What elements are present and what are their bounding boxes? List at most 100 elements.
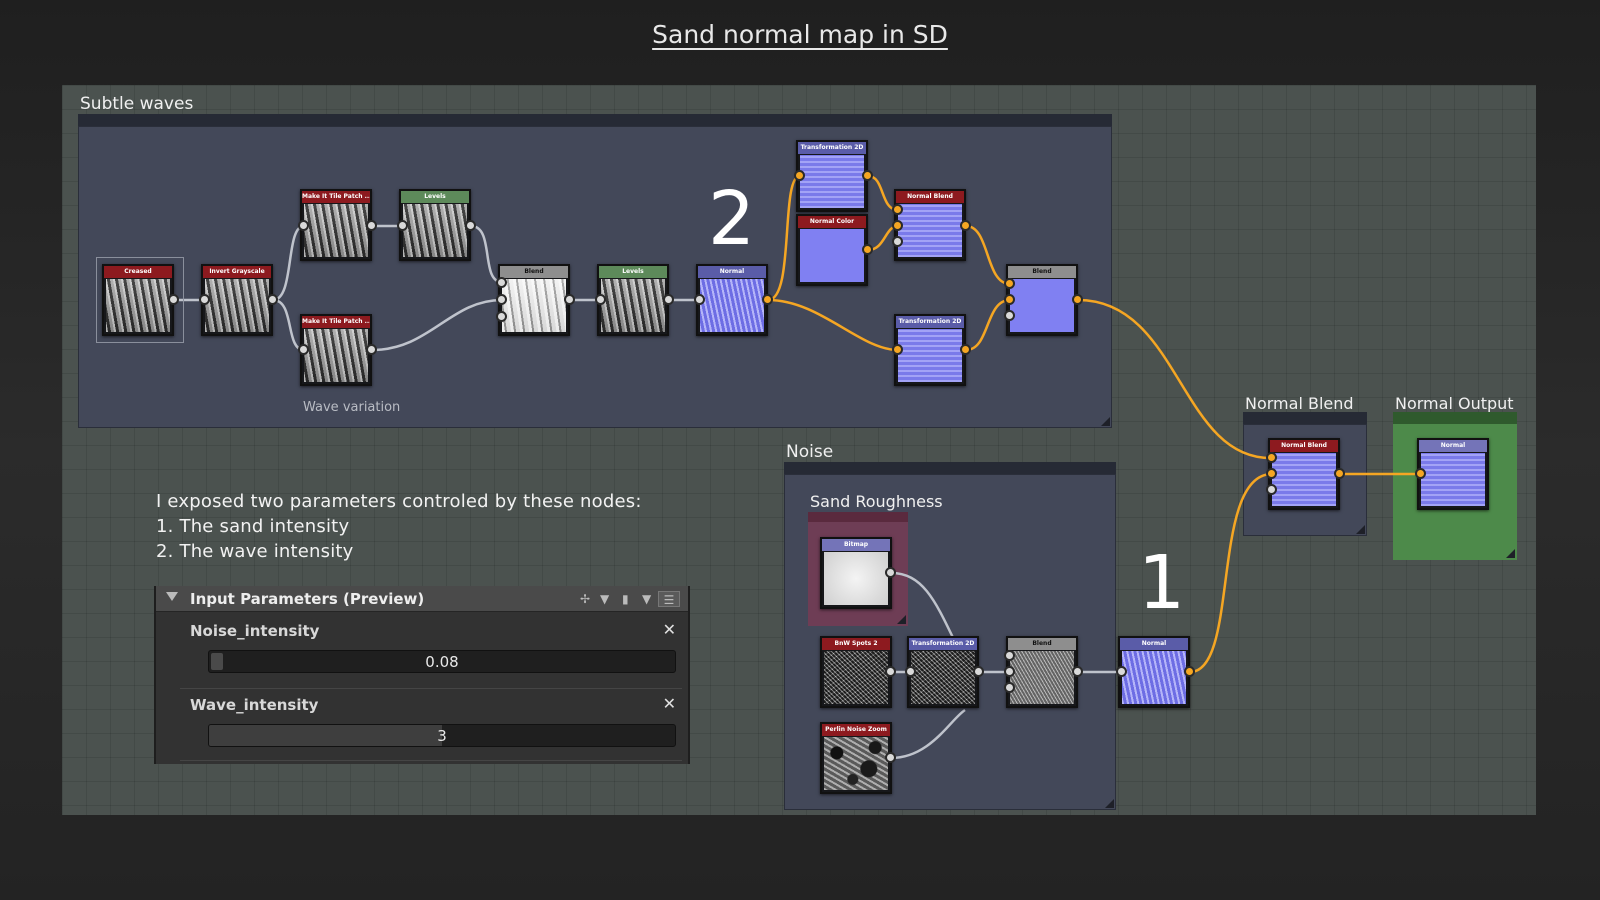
output-port[interactable] xyxy=(366,220,377,231)
node-levels-1[interactable]: Levels xyxy=(399,189,471,261)
node-make-tile-1[interactable]: Make It Tile Patch ... xyxy=(300,189,372,261)
input-port[interactable] xyxy=(496,277,507,288)
input-port[interactable] xyxy=(892,204,903,215)
output-port[interactable] xyxy=(885,666,896,677)
input-port[interactable] xyxy=(1004,278,1015,289)
output-port[interactable] xyxy=(960,220,971,231)
node-output-normal[interactable]: Normal xyxy=(1417,438,1489,510)
output-port[interactable] xyxy=(862,170,873,181)
node-make-tile-2[interactable]: Make It Tile Patch ... xyxy=(300,314,372,386)
node-transformation-2[interactable]: Transformation 2D xyxy=(894,314,966,386)
input-port[interactable] xyxy=(1116,666,1127,677)
node-thumbnail xyxy=(205,279,269,332)
node-bitmap[interactable]: Bitmap xyxy=(820,537,892,609)
input-port[interactable] xyxy=(199,294,210,305)
node-thumbnail xyxy=(800,155,864,208)
node-perlin-zoom[interactable]: Perlin Noise Zoom xyxy=(820,722,892,794)
node-normal-blend-1[interactable]: Normal Blend xyxy=(894,189,966,261)
panel-header[interactable]: Input Parameters (Preview) ✢ ▼ ▮ ▼ ☰ xyxy=(156,586,688,612)
collapse-triangle-icon[interactable] xyxy=(166,592,178,601)
list-icon[interactable]: ☰ xyxy=(658,591,680,607)
output-port[interactable] xyxy=(885,567,896,578)
input-port[interactable] xyxy=(595,294,606,305)
output-port[interactable] xyxy=(663,294,674,305)
node-title: Levels xyxy=(401,191,469,203)
input-port[interactable] xyxy=(892,236,903,247)
input-port[interactable] xyxy=(892,220,903,231)
resize-handle-icon[interactable] xyxy=(1356,525,1365,534)
node-levels-2[interactable]: Levels xyxy=(597,264,669,336)
node-title: Normal Blend xyxy=(896,191,964,203)
output-port[interactable] xyxy=(960,344,971,355)
node-blend-2[interactable]: Blend xyxy=(1006,264,1078,336)
output-port[interactable] xyxy=(267,294,278,305)
output-port[interactable] xyxy=(862,244,873,255)
node-title: Transformation 2D xyxy=(909,638,977,650)
node-creased[interactable]: Creased xyxy=(102,264,174,336)
node-blend-1[interactable]: Blend xyxy=(498,264,570,336)
pin-icon[interactable]: ✢ xyxy=(580,591,590,607)
output-port[interactable] xyxy=(465,220,476,231)
output-port[interactable] xyxy=(762,294,773,305)
output-port[interactable] xyxy=(366,344,377,355)
output-port[interactable] xyxy=(1072,666,1083,677)
explanation-note: I exposed two parameters controled by th… xyxy=(156,489,642,564)
output-port[interactable] xyxy=(973,666,984,677)
node-invert-grayscale[interactable]: Invert Grayscale xyxy=(201,264,273,336)
node-normal-1[interactable]: Normal xyxy=(696,264,768,336)
resize-handle-icon[interactable] xyxy=(1101,417,1110,426)
resize-handle-icon[interactable] xyxy=(1105,799,1114,808)
node-transformation-1[interactable]: Transformation 2D xyxy=(796,140,868,212)
node-normal-2[interactable]: Normal xyxy=(1118,636,1190,708)
output-port[interactable] xyxy=(168,294,179,305)
frame-bar[interactable] xyxy=(808,512,908,522)
input-port[interactable] xyxy=(1004,310,1015,321)
frame-title-subtle-waves: Subtle waves xyxy=(80,94,194,114)
dropdown-icon[interactable]: ▼ xyxy=(642,591,651,607)
input-port[interactable] xyxy=(298,220,309,231)
wave-intensity-slider[interactable]: 3 xyxy=(208,724,676,747)
node-blend-3[interactable]: Blend xyxy=(1006,636,1078,708)
frame-bar[interactable] xyxy=(78,114,1112,126)
dropdown-icon[interactable]: ▼ xyxy=(600,591,609,607)
resize-handle-icon[interactable] xyxy=(897,615,906,624)
frame-bar[interactable] xyxy=(784,462,1116,474)
output-port[interactable] xyxy=(885,752,896,763)
input-port[interactable] xyxy=(794,170,805,181)
input-port[interactable] xyxy=(694,294,705,305)
node-title: Normal xyxy=(1120,638,1188,650)
marker-two: 2 xyxy=(708,176,756,262)
resize-handle-icon[interactable] xyxy=(1506,549,1515,558)
node-bnw-spots[interactable]: BnW Spots 2 xyxy=(820,636,892,708)
input-port[interactable] xyxy=(1266,468,1277,479)
note-line: 2. The wave intensity xyxy=(156,541,354,562)
noise-intensity-slider[interactable]: 0.08 xyxy=(208,650,676,673)
input-port[interactable] xyxy=(1266,452,1277,463)
input-port[interactable] xyxy=(1004,682,1015,693)
node-transformation-3[interactable]: Transformation 2D xyxy=(907,636,979,708)
frame-bar[interactable] xyxy=(1243,412,1367,424)
panel-title: Input Parameters (Preview) xyxy=(190,590,425,608)
input-port[interactable] xyxy=(496,294,507,305)
output-port[interactable] xyxy=(564,294,575,305)
node-normal-color[interactable]: Normal Color xyxy=(796,214,868,286)
page-icon[interactable]: ▮ xyxy=(622,591,629,607)
input-port[interactable] xyxy=(397,220,408,231)
frame-bar[interactable] xyxy=(1393,412,1517,424)
input-port[interactable] xyxy=(298,344,309,355)
input-port[interactable] xyxy=(1004,666,1015,677)
input-port[interactable] xyxy=(1266,484,1277,495)
input-port[interactable] xyxy=(1004,650,1015,661)
input-port[interactable] xyxy=(892,344,903,355)
close-icon[interactable]: ✕ xyxy=(663,620,676,639)
close-icon[interactable]: ✕ xyxy=(663,694,676,713)
output-port[interactable] xyxy=(1072,294,1083,305)
input-port[interactable] xyxy=(496,311,507,322)
input-port[interactable] xyxy=(1004,294,1015,305)
output-port[interactable] xyxy=(1184,666,1195,677)
node-normal-blend-2[interactable]: Normal Blend xyxy=(1268,438,1340,510)
output-port[interactable] xyxy=(1334,468,1345,479)
input-port[interactable] xyxy=(1415,468,1426,479)
input-port[interactable] xyxy=(905,666,916,677)
page-title: Sand normal map in SD xyxy=(652,20,948,49)
